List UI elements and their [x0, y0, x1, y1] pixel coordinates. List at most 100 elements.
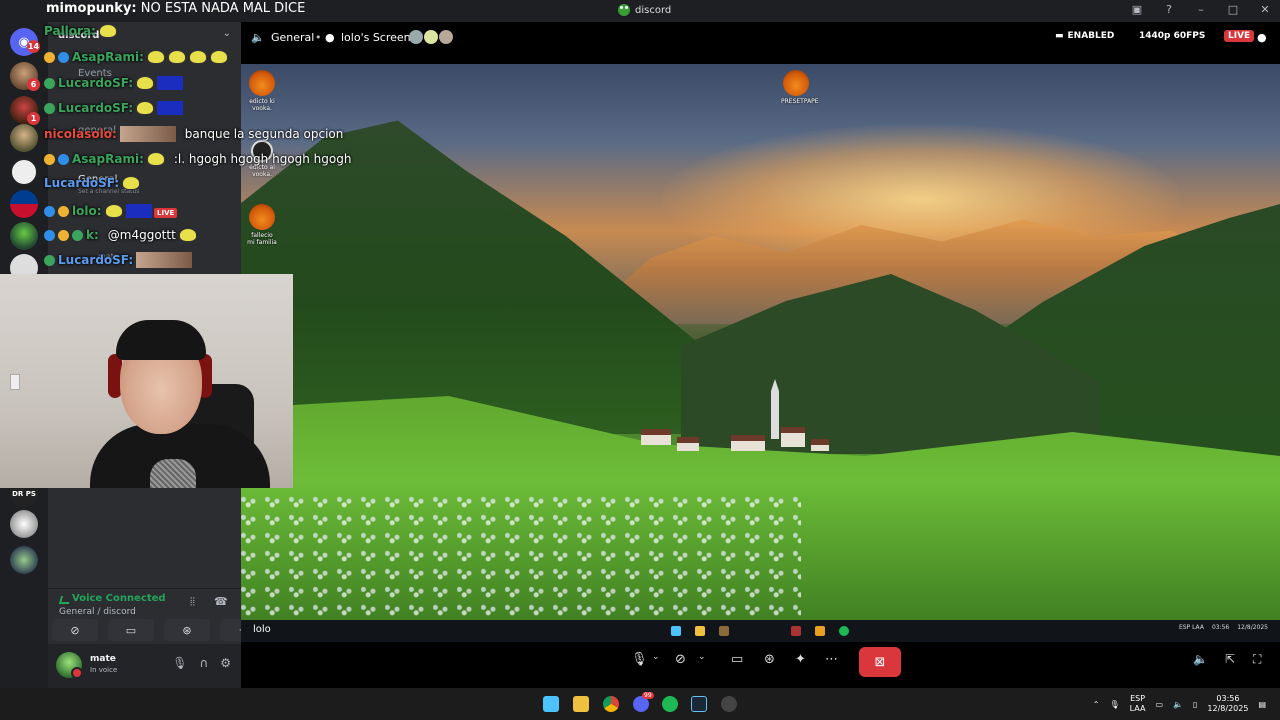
- title-bar: mimopunky: NO ESTA NADA MAL DICE discord…: [0, 0, 1280, 22]
- camera-off-icon[interactable]: ⊘: [675, 652, 686, 667]
- windows-taskbar: 99 ⌃ 🎙 ESP LAA ▭ 🔈 ▯ 03:56 12/8/2025 ▤: [0, 688, 1280, 720]
- chat-message: LucardoSF:: [44, 76, 184, 90]
- chevron-up-icon[interactable]: ⌃: [1093, 700, 1100, 709]
- battery-icon[interactable]: ▯: [1193, 700, 1197, 709]
- chat-message: Pallora:: [44, 24, 117, 38]
- stream-name-tag: lolo: [253, 624, 271, 635]
- stream-tray-time: 03:56: [1211, 624, 1230, 631]
- stream-quality: 1440p 60FPS: [1139, 31, 1206, 41]
- server-icon[interactable]: [10, 222, 38, 250]
- disconnect-icon[interactable]: ☎: [214, 595, 228, 608]
- mic-icon[interactable]: 🎙: [172, 656, 187, 670]
- help-icon[interactable]: ?: [1162, 3, 1176, 16]
- chat-message: LucardoSF:: [44, 101, 184, 115]
- streamed-tray: ESP LAA 03:56 12/8/2025: [1179, 624, 1268, 631]
- language-indicator[interactable]: ESP LAA: [1130, 694, 1146, 714]
- stream-chat-overlay: Pallora: AsapRami: LucardoSF: LucardoSF:…: [44, 24, 374, 274]
- voice-connected-channel[interactable]: General / discord: [59, 607, 136, 617]
- server-badge: 1: [27, 112, 40, 125]
- popout-icon[interactable]: ⇱: [1225, 652, 1235, 666]
- stream-tray-date: 12/8/2025: [1237, 624, 1268, 631]
- soundboard-icon[interactable]: ✦: [795, 652, 806, 667]
- stream-chat-top-message: mimopunky: NO ESTA NADA MAL DICE: [46, 1, 305, 16]
- app-icon: [719, 626, 729, 636]
- close-button[interactable]: ✕: [1258, 3, 1272, 16]
- chat-message: lolo:: [44, 204, 152, 218]
- chevron-down-icon[interactable]: ⌄: [698, 652, 706, 662]
- steam-icon[interactable]: [691, 696, 707, 712]
- chrome-icon: [815, 626, 825, 636]
- server-icon[interactable]: [10, 190, 38, 218]
- shared-screen[interactable]: edicto ki vooka. edicto al vooka. fallec…: [241, 64, 1280, 620]
- chevron-down-icon[interactable]: ⌄: [652, 652, 660, 662]
- folder-icon: [695, 626, 705, 636]
- clock[interactable]: 03:56 12/8/2025: [1207, 694, 1248, 714]
- mic-icon[interactable]: 🎙: [1110, 700, 1120, 709]
- gear-icon[interactable]: ⚙: [220, 656, 231, 670]
- window-controls: ▣ ? – □ ✕: [1130, 3, 1272, 16]
- chat-message: AsapRami::l. hgogh hgogh hgogh hgogh: [44, 152, 351, 166]
- stop-stream-button[interactable]: ⊠: [859, 647, 901, 677]
- chrome-icon[interactable]: [603, 696, 619, 712]
- minimize-button[interactable]: –: [1194, 3, 1208, 16]
- user-panel: mate In voice 🎙 ∩ ⚙: [48, 644, 241, 688]
- activity-icon[interactable]: ⊛: [764, 652, 775, 667]
- chat-message: AsapRami:: [44, 50, 228, 64]
- enabled-text: ENABLED: [1067, 31, 1115, 41]
- discord-badge: 99: [642, 692, 654, 699]
- desktop-icon-flstudio[interactable]: PRESETPAPE: [781, 70, 819, 105]
- viewer-avatars[interactable]: [409, 30, 453, 44]
- app-title-text: discord: [635, 4, 672, 16]
- avatar[interactable]: [56, 652, 83, 679]
- spotify-icon[interactable]: [662, 696, 678, 712]
- chat-message: k: @m4ggottt: [44, 228, 197, 242]
- stream-header: 🔈 General • ● lolo's Screen ▬ ENABLED 144…: [241, 22, 1280, 54]
- chat-message: LucardoSF:: [44, 176, 141, 190]
- notification-icon[interactable]: ▤: [1258, 700, 1266, 709]
- voice-connected-title[interactable]: Voice Connected: [72, 593, 166, 604]
- username[interactable]: mate: [90, 654, 116, 664]
- live-badge: LIVE: [1224, 30, 1255, 42]
- volume-icon[interactable]: 🔈: [1173, 700, 1183, 709]
- app-icon[interactable]: [721, 696, 737, 712]
- chat-bubble-icon[interactable]: ●: [1257, 31, 1267, 44]
- chat-message: nicolasolo: banque la segunda opcion: [44, 126, 344, 142]
- maximize-button[interactable]: □: [1226, 3, 1240, 16]
- village: [631, 379, 831, 469]
- system-tray: ⌃ 🎙 ESP LAA ▭ 🔈 ▯ 03:56 12/8/2025 ▤: [1093, 694, 1266, 714]
- server-icon[interactable]: [10, 124, 38, 152]
- server-icon[interactable]: [10, 510, 38, 538]
- network-icon[interactable]: ▭: [1155, 700, 1163, 709]
- dm-badge: 14: [27, 40, 40, 53]
- server-icon[interactable]: [10, 546, 38, 574]
- noise-suppression-icon[interactable]: ⦙⦙: [190, 595, 195, 609]
- headphones-icon[interactable]: ∩: [199, 656, 208, 670]
- webcam-overlay: [0, 274, 293, 488]
- voice-connected-panel: Voice Connected General / discord ⦙⦙ ☎ ⊘…: [48, 588, 241, 641]
- file-explorer-icon[interactable]: [573, 696, 589, 712]
- screen-share-button[interactable]: ▭: [108, 619, 154, 641]
- inbox-icon[interactable]: ▣: [1130, 3, 1144, 16]
- call-controls: 🎙 ⌄ ⊘ ⌄ ▭ ⊛ ✦ ⋯ ⊠ 🔈 ⇱ ⛶: [241, 642, 1280, 688]
- camera-off-button[interactable]: ⊘: [52, 619, 98, 641]
- chat-username: mimopunky:: [46, 1, 137, 16]
- more-icon[interactable]: ⋯: [825, 652, 838, 667]
- stream-tray-lang: ESP LAA: [1178, 624, 1204, 631]
- app-icon: [791, 626, 801, 636]
- windows-start-icon[interactable]: [543, 696, 559, 712]
- enabled-indicator[interactable]: ▬ ENABLED: [1055, 31, 1114, 41]
- flower-field: [241, 494, 801, 620]
- screen-share-icon[interactable]: ▭: [731, 652, 743, 667]
- soundboard-button[interactable]: ✦: [220, 619, 241, 641]
- mic-icon[interactable]: 🎙: [631, 652, 648, 667]
- user-status: In voice: [90, 666, 118, 674]
- windows-icon: [671, 626, 681, 636]
- server-icon[interactable]: [10, 158, 38, 186]
- activity-button[interactable]: ⊛: [164, 619, 210, 641]
- server-badge: 6: [27, 78, 40, 91]
- streamed-taskbar: lolo ESP LAA 03:56 12/8/2025: [241, 620, 1280, 642]
- app-title: discord: [618, 4, 671, 16]
- fullscreen-icon[interactable]: ⛶: [1253, 652, 1261, 667]
- discord-frog-icon: [618, 4, 630, 16]
- volume-icon[interactable]: 🔈: [1193, 652, 1208, 666]
